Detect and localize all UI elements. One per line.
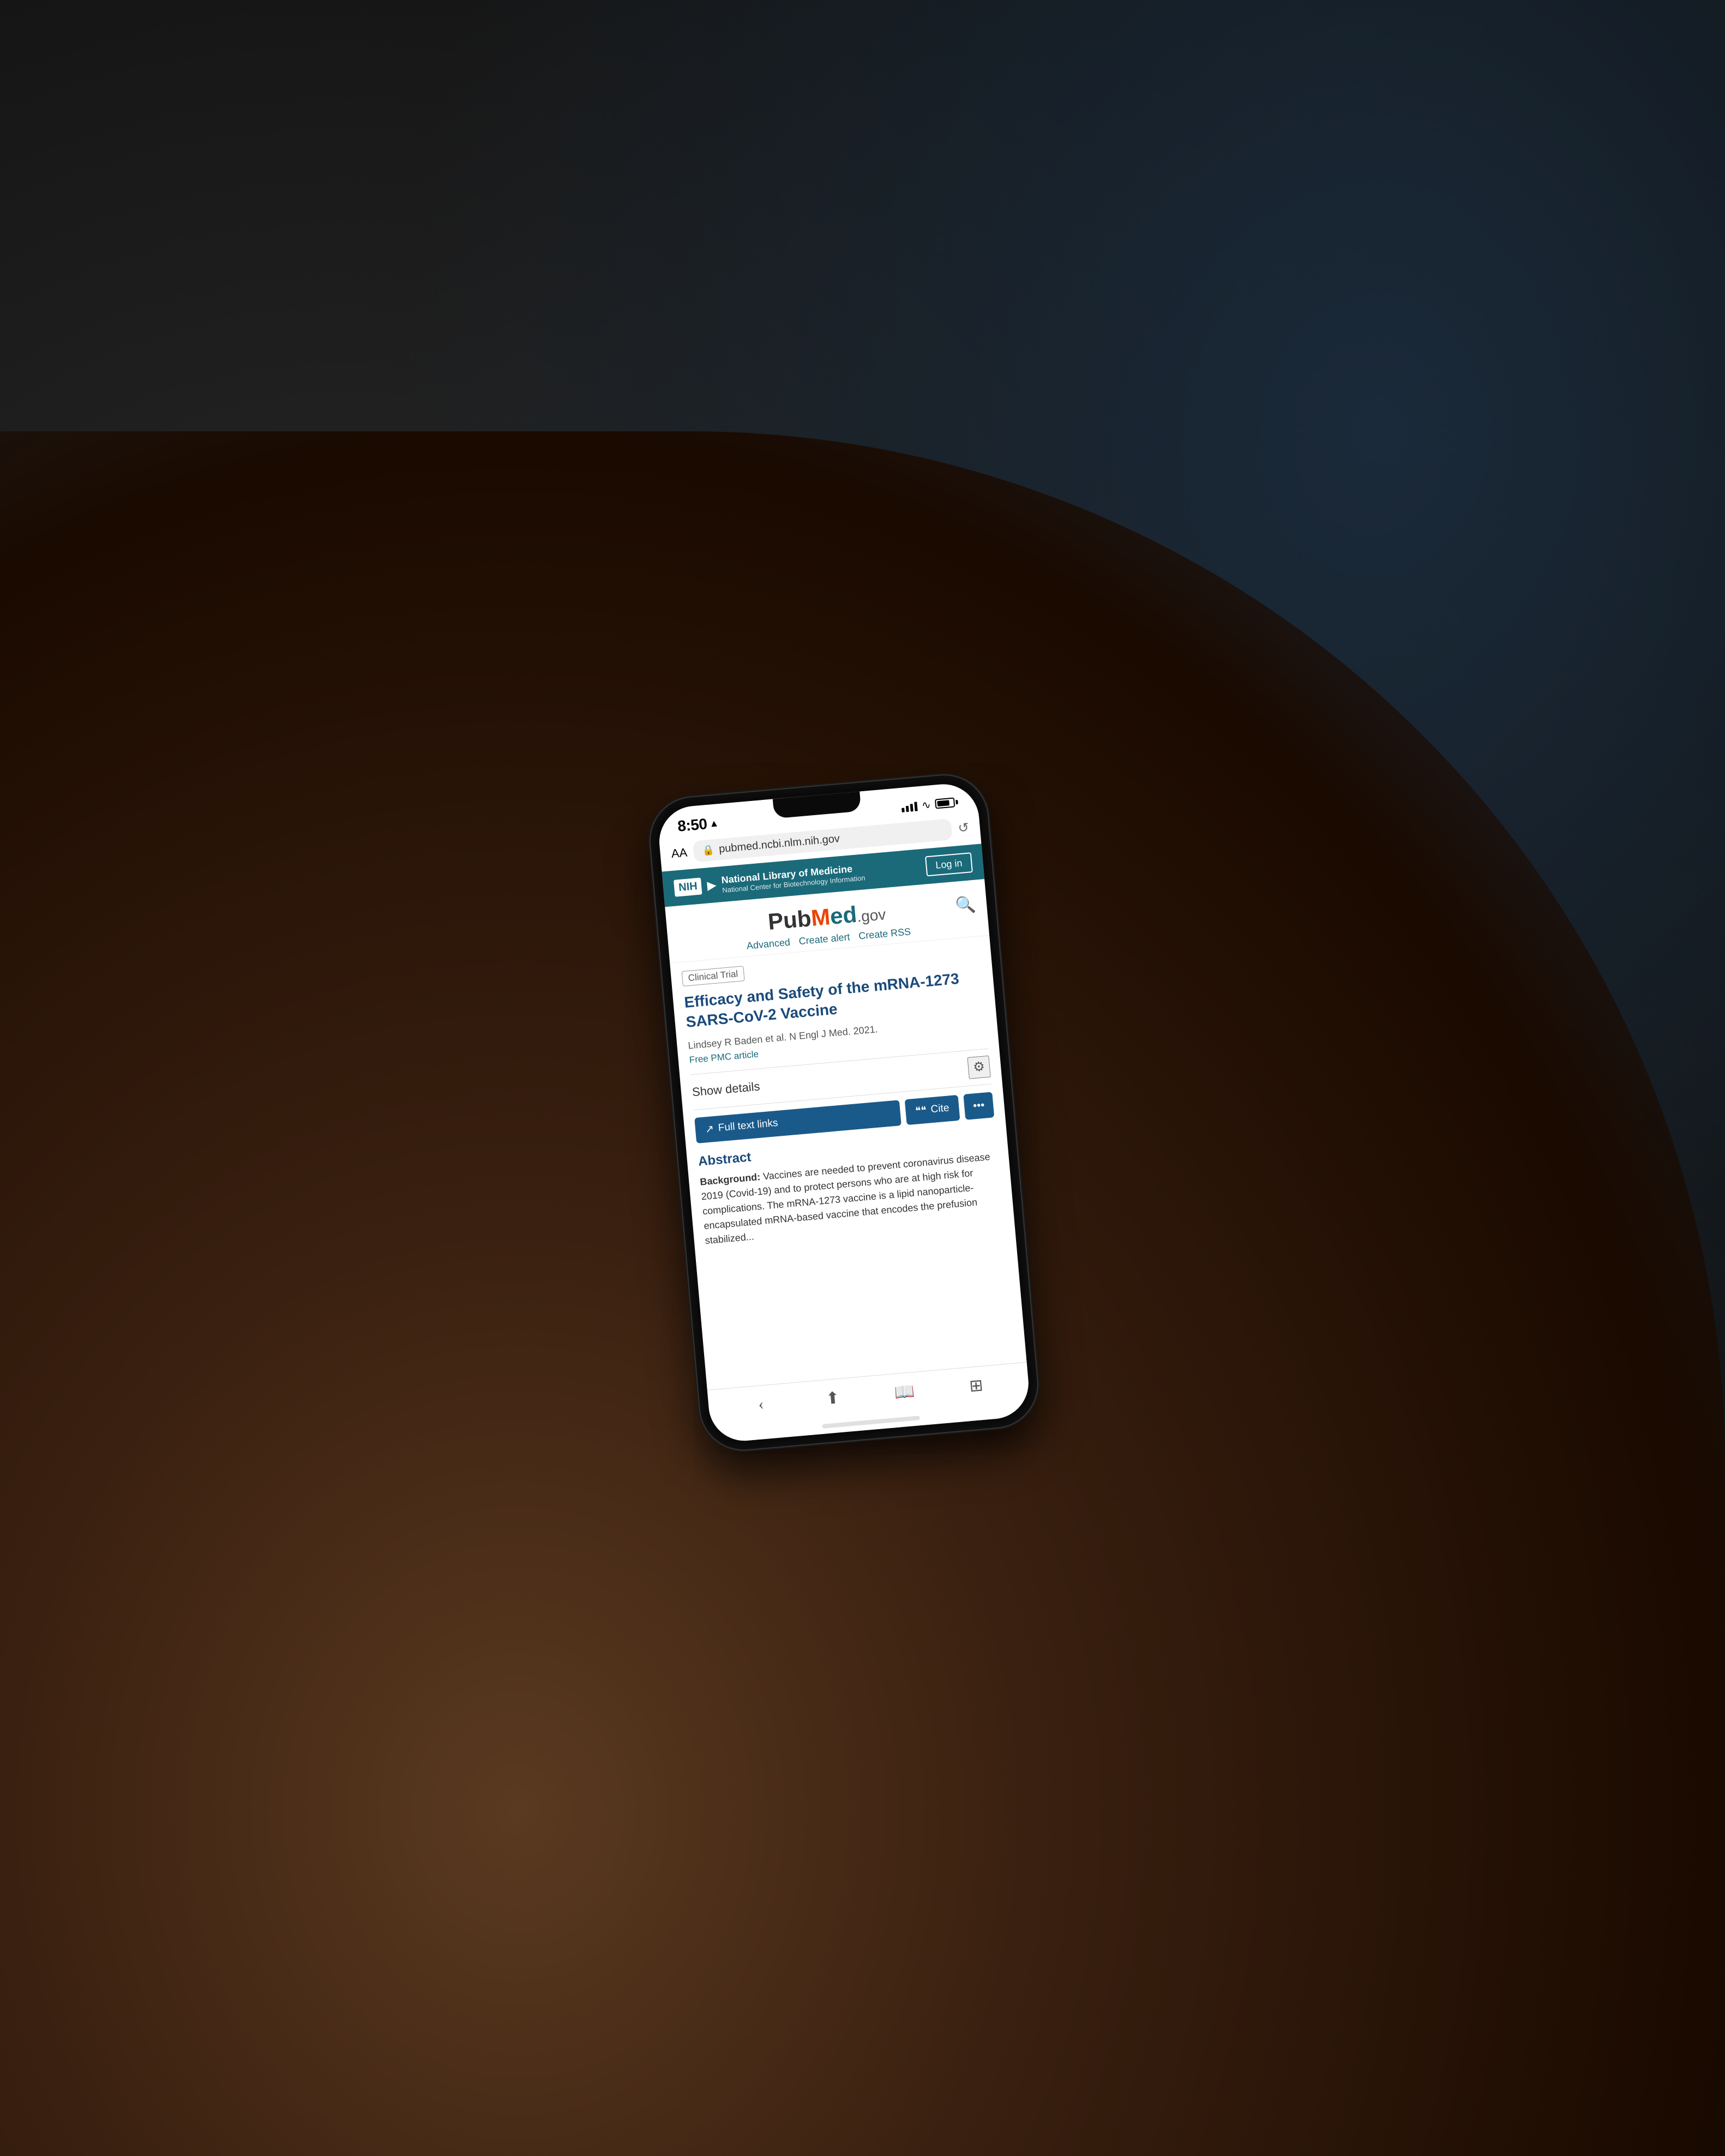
cite-button[interactable]: ❝❝ Cite	[904, 1095, 960, 1125]
clinical-trial-badge: Clinical Trial	[681, 966, 744, 986]
nih-login-button[interactable]: Log in	[924, 852, 972, 876]
url-text: pubmed.ncbi.nlm.nih.gov	[718, 833, 840, 856]
pubmed-search-icon[interactable]: 🔍	[954, 894, 976, 915]
gear-button[interactable]: ⚙	[967, 1056, 990, 1079]
phone-device: 8:50 ▲ ∿ AA	[647, 772, 1041, 1453]
phone-screen: 8:50 ▲ ∿ AA	[656, 781, 1031, 1444]
cite-icon: ❝❝	[915, 1104, 927, 1118]
bookmarks-icon[interactable]: 📖	[887, 1380, 921, 1404]
wifi-icon: ∿	[921, 798, 931, 812]
status-time: 8:50	[677, 815, 708, 835]
battery-icon	[934, 797, 958, 809]
abstract-background-label: Background:	[699, 1171, 760, 1188]
pubmed-gov-text: .gov	[856, 906, 887, 925]
status-icons: ∿	[901, 795, 959, 814]
lock-icon: 🔒	[702, 844, 715, 857]
signal-bars-icon	[901, 800, 918, 812]
location-icon: ▲	[708, 817, 719, 829]
abstract-section: Abstract Background: Vaccines are needed…	[698, 1128, 1004, 1254]
more-icon: •••	[972, 1099, 985, 1113]
more-button[interactable]: •••	[963, 1092, 994, 1119]
pubmed-dot-icon: M	[810, 904, 831, 931]
pubmed-pub-text: Pub	[767, 905, 812, 935]
article-section: Clinical Trial Efficacy and Safety of th…	[670, 936, 1026, 1390]
nih-logo-box: NIH	[674, 877, 702, 896]
main-content: Pub M ed .gov 🔍 Advanced Create alert Cr…	[665, 879, 1031, 1443]
tabs-icon[interactable]: ⊞	[959, 1373, 993, 1398]
aa-button[interactable]: AA	[670, 845, 688, 860]
full-text-links-label: Full text links	[718, 1117, 778, 1134]
pubmed-med-box: M	[810, 904, 831, 931]
gear-icon: ⚙	[972, 1059, 985, 1076]
pubmed-create-alert-link[interactable]: Create alert	[798, 931, 850, 947]
pubmed-advanced-link[interactable]: Advanced	[746, 937, 791, 952]
pubmed-create-rss-link[interactable]: Create RSS	[858, 926, 911, 942]
show-details-label[interactable]: Show details	[691, 1080, 760, 1100]
cite-label: Cite	[930, 1103, 949, 1116]
share-icon[interactable]: ⬆	[815, 1386, 850, 1410]
nih-name-block: National Library of Medicine National Ce…	[720, 862, 865, 894]
back-icon[interactable]: ‹	[743, 1392, 778, 1417]
full-text-links-icon: ↗	[705, 1123, 714, 1136]
refresh-icon[interactable]: ↺	[957, 820, 970, 836]
pubmed-med-text: ed	[829, 901, 858, 930]
phone-body: 8:50 ▲ ∿ AA	[647, 772, 1041, 1453]
nih-chevron-icon: ▶	[706, 878, 717, 893]
nih-logo-text: NIH	[678, 880, 698, 894]
